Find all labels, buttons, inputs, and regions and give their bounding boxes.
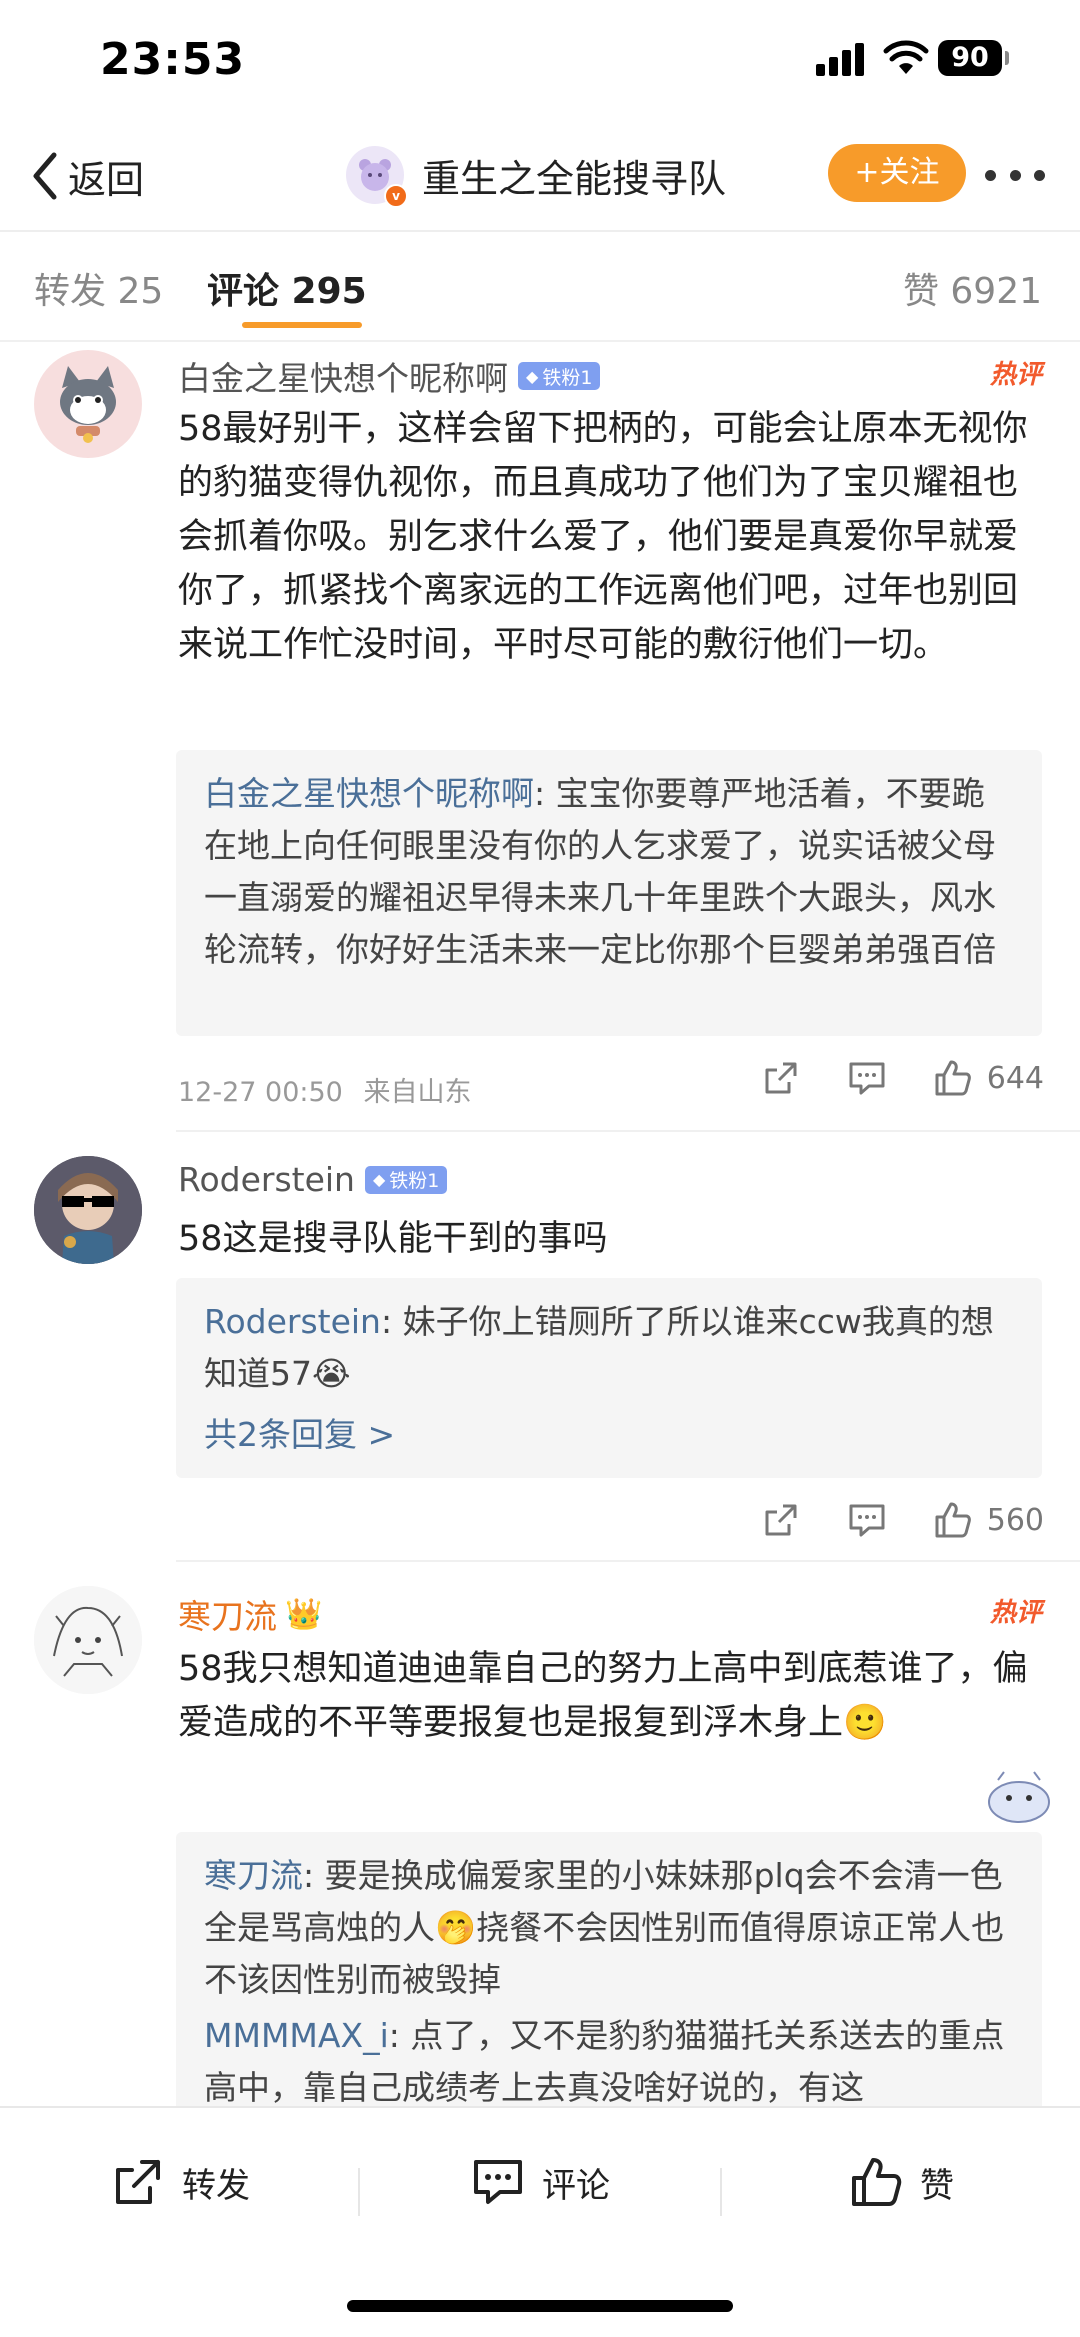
- fan-badge: ◆ 铁粉1: [364, 1165, 448, 1194]
- tab-like[interactable]: 赞 6921: [903, 262, 1042, 314]
- comment-author[interactable]: 寒刀流 👑: [178, 1590, 322, 1638]
- page-title: 重生之全能搜寻队: [422, 156, 727, 201]
- comment-location: 来自山东: [363, 1077, 472, 1108]
- chevron-left-icon: [33, 152, 57, 200]
- back-label: 返回: [68, 157, 145, 202]
- comment-item: 白金之星快想个昵称啊 ◆ 铁粉1 热评 58最好别干，这样会留下把柄的，可能会让原…: [0, 340, 1080, 1130]
- share-icon[interactable]: [761, 1500, 801, 1540]
- fan-badge-label: 铁粉1: [542, 366, 593, 389]
- repost-label: 转发: [182, 2165, 250, 2206]
- comment-item: Roderstein ◆ 铁粉1 58这是搜寻队能干到的事吗 Roderstein…: [0, 1132, 1080, 1560]
- avatar[interactable]: [34, 1586, 142, 1694]
- hot-comment-badge: 热评: [989, 360, 1042, 390]
- battery-cap: [1005, 51, 1009, 65]
- home-indicator[interactable]: [347, 2300, 733, 2312]
- reply-box[interactable]: 寒刀流: 要是换成偏爱家里的小妹妹那plq会不会清一色全是骂高烛的人🤭挠餐不会因…: [176, 1832, 1042, 2106]
- back-button[interactable]: 返回: [30, 146, 144, 206]
- comment-icon[interactable]: [847, 1058, 887, 1098]
- like-button[interactable]: 赞: [848, 2152, 954, 2212]
- repost-button[interactable]: 转发: [110, 2152, 250, 2212]
- reply-box[interactable]: Roderstein: 妹子你上错厕所了所以谁来ccw我真的想知道57😭 共2条…: [176, 1278, 1042, 1478]
- comment-author-name[interactable]: Roderstein: [178, 1160, 355, 1199]
- comment-text: 58我只想知道迪迪靠自己的努力上高中到底惹谁了，偏爱造成的不平等要报复也是报复到…: [178, 1649, 1028, 1743]
- avatar[interactable]: [34, 1156, 142, 1264]
- comment-item: 寒刀流 👑 热评 58我只想知道迪迪靠自己的努力上高中到底惹谁了，偏爱造成的不平…: [0, 1562, 1080, 2106]
- comment-actions: 644: [715, 1058, 1044, 1098]
- status-time: 23:53: [100, 34, 246, 85]
- comment-icon: [474, 2160, 522, 2204]
- avatar[interactable]: [34, 350, 142, 458]
- tab-repost[interactable]: 转发 25: [34, 262, 163, 314]
- reply-author[interactable]: 寒刀流: [204, 1856, 303, 1895]
- share-icon: [116, 2160, 160, 2204]
- reply-item: 白金之星快想个昵称啊: 宝宝你要尊严地活着，不要跪在地上向任何眼里没有你的人乞求…: [176, 750, 1042, 976]
- comment-time: 12-27 00:50: [178, 1077, 343, 1108]
- toolbar-divider: [358, 2168, 360, 2216]
- reply-item: Roderstein: 妹子你上错厕所了所以谁来ccw我真的想知道57😭: [176, 1278, 1042, 1400]
- diamond-icon: ◆: [526, 366, 539, 386]
- cat-avatar-icon: [60, 366, 116, 443]
- comment-author[interactable]: 白金之星快想个昵称啊 ◆ 铁粉1: [178, 352, 601, 400]
- hot-comment-badge: 热评: [989, 1598, 1042, 1628]
- status-bar: 23:53 90: [0, 0, 1080, 120]
- reply-text: : 要是换成偏爱家里的小妹妹那plq会不会清一色全是骂高烛的人🤭挠餐不会因性别而…: [204, 1856, 1005, 1999]
- comment-label: 评论: [542, 2165, 610, 2206]
- reply-item: 寒刀流: 要是换成偏爱家里的小妹妹那plq会不会清一色全是骂高烛的人🤭挠餐不会因…: [176, 1832, 1042, 2006]
- crown-icon: 👑: [285, 1596, 323, 1632]
- like-count: 644: [986, 1060, 1044, 1096]
- thumbs-up-icon[interactable]: [933, 1058, 973, 1098]
- comment-author[interactable]: Roderstein ◆ 铁粉1: [178, 1160, 448, 1199]
- verified-badge-icon: v: [384, 184, 408, 208]
- comment-text: 58这是搜寻队能干到的事吗: [178, 1219, 608, 1259]
- toolbar-divider: [720, 2168, 722, 2216]
- sticker-icon: [984, 1766, 1054, 1826]
- comment-text: 58最好别干，这样会留下把柄的，可能会让原本无视你的豹猫变得仇视你，而且真成功了…: [178, 409, 1028, 665]
- more-replies-link[interactable]: 共2条回复 >: [176, 1400, 1042, 1456]
- nav-bar: 返回 v 重生之全能搜寻队 +关注: [0, 120, 1080, 232]
- tab-active-indicator: [242, 322, 362, 328]
- follow-button[interactable]: +关注: [828, 144, 966, 202]
- diamond-icon: ◆: [372, 1170, 386, 1189]
- comment-icon[interactable]: [847, 1500, 887, 1540]
- comment-author-name[interactable]: 白金之星快想个昵称啊: [178, 352, 508, 400]
- bottom-toolbar: 转发 评论 赞: [0, 2106, 1080, 2286]
- comment-author-name[interactable]: 寒刀流: [178, 1590, 277, 1638]
- reply-box[interactable]: 白金之星快想个昵称啊: 宝宝你要尊严地活着，不要跪在地上向任何眼里没有你的人乞求…: [176, 750, 1042, 1036]
- wifi-icon: [883, 40, 929, 74]
- battery-level: 90: [938, 40, 1002, 76]
- reply-author[interactable]: MMMMAX_i: [204, 2016, 389, 2055]
- like-label: 赞: [920, 2165, 954, 2206]
- comment-meta: 12-27 00:50 来自山东: [178, 1070, 471, 1109]
- more-icon[interactable]: [985, 170, 1045, 182]
- like-count: 560: [986, 1502, 1044, 1538]
- tab-bar: 转发 25 评论 295 赞 6921: [0, 232, 1080, 342]
- character-avatar-icon: [34, 1156, 142, 1264]
- share-icon[interactable]: [761, 1058, 801, 1098]
- comment-actions: 560: [715, 1500, 1044, 1540]
- author-avatar[interactable]: v: [346, 146, 408, 208]
- comment-button[interactable]: 评论: [470, 2152, 610, 2212]
- nav-author[interactable]: v 重生之全能搜寻队: [346, 142, 726, 208]
- signal-icon: [816, 42, 866, 76]
- reply-author[interactable]: Roderstein: [204, 1302, 381, 1341]
- fan-badge-label: 铁粉1: [389, 1170, 440, 1192]
- tab-comment[interactable]: 评论 295: [207, 262, 367, 314]
- thumbs-up-icon[interactable]: [933, 1500, 973, 1540]
- thumbs-up-icon: [852, 2158, 902, 2206]
- reply-item: MMMMAX_i: 点了，又不是豹豹猫猫托关系送去的重点高中，靠自己成绩考上去真…: [176, 2006, 1042, 2106]
- fan-badge: ◆ 铁粉1: [518, 362, 601, 390]
- sketch-avatar-icon: [34, 1586, 142, 1694]
- reply-author[interactable]: 白金之星快想个昵称啊: [204, 774, 534, 813]
